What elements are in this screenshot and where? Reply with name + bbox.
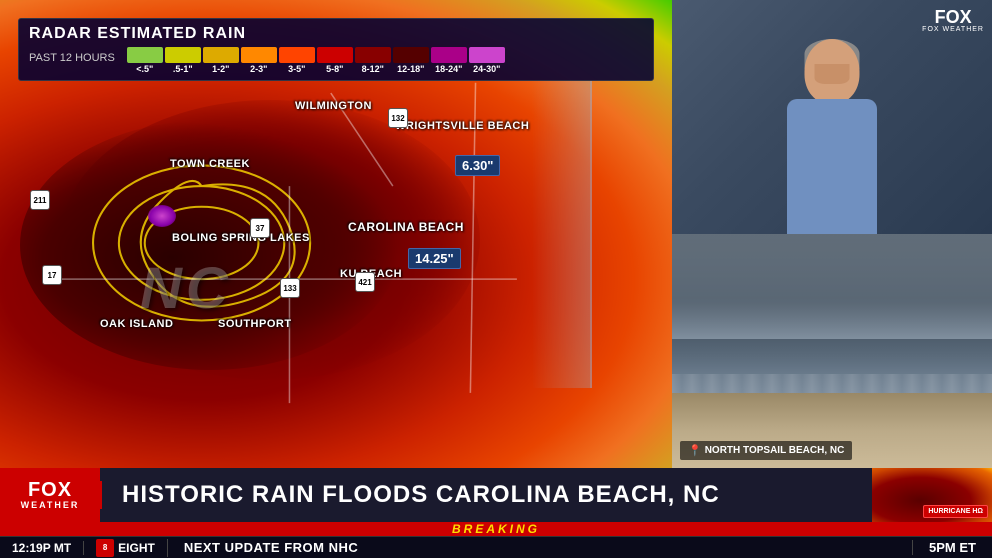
legend-label-1: .5-1": [173, 64, 193, 74]
legend-item-5: 5-8": [317, 47, 353, 74]
legend-item-4: 3-5": [279, 47, 315, 74]
headline-text-area: HISTORIC RAIN FLOODS CAROLINA BEACH, NC: [100, 481, 872, 509]
storm-clouds-overlay: [672, 234, 992, 374]
person-head: [805, 39, 860, 104]
legend-title: RADAR ESTIMATED RAIN: [29, 25, 643, 43]
legend-label-5: 5-8": [326, 64, 343, 74]
rain-badge-carolina-beach: 14.25": [408, 248, 461, 269]
legend-swatch-2: [203, 47, 239, 63]
legend-label-4: 3-5": [288, 64, 305, 74]
legend-swatch-7: [393, 47, 429, 63]
ticker-message: NEXT UPDATE FROM NHC: [168, 540, 912, 555]
legend-swatch-0: [127, 47, 163, 63]
legend-item-9: 24-30": [469, 47, 505, 74]
storm-center-blob: [148, 205, 176, 227]
mini-map-thumb: HURRICANE HΩ: [872, 468, 992, 522]
fox-logo-text: FOX: [935, 8, 972, 26]
legend-label-7: 12-18": [397, 64, 424, 74]
headline-weather-text: WEATHER: [21, 500, 80, 510]
person-face-lower: [815, 64, 850, 84]
legend-item-0: <.5": [127, 47, 163, 74]
legend-item-8: 18-24": [431, 47, 467, 74]
legend-swatch-5: [317, 47, 353, 63]
anchor-person: [772, 39, 892, 234]
hurricane-badge: HURRICANE HΩ: [923, 505, 988, 518]
person-body: [787, 99, 877, 234]
ticker-time-right: 5PM ET: [912, 540, 992, 555]
map-label-town-creek: TOWN CREEK: [170, 158, 250, 170]
right-panel: FOX FOX WEATHER 📍 NORTH TOPSAIL BEACH, N…: [672, 0, 992, 468]
legend-subtitle: PAST 12 HOURS: [29, 52, 115, 64]
legend-swatch-4: [279, 47, 315, 63]
road-marker-17: 17: [42, 265, 62, 285]
legend-item-7: 12-18": [393, 47, 429, 74]
map-label-wrightsville: WRIGHTSVILLE BEACH: [395, 120, 529, 132]
legend-label-8: 18-24": [435, 64, 462, 74]
legend-swatch-1: [165, 47, 201, 63]
map-label-boling-spring: BOLING SPRING LAKES: [172, 232, 310, 244]
fox-weather-logo: FOX WEATHER: [0, 468, 100, 522]
bottom-bar: FOX WEATHER HISTORIC RAIN FLOODS CAROLIN…: [0, 468, 992, 558]
road-marker-133: 133: [280, 278, 300, 298]
road-marker-132: 132: [388, 108, 408, 128]
main-container: RADAR ESTIMATED RAIN PAST 12 HOURS <.5" …: [0, 0, 992, 558]
legend-label-9: 24-30": [473, 64, 500, 74]
ticker-source-icon: 8: [96, 539, 114, 557]
road-marker-37: 37: [250, 218, 270, 238]
legend-swatch-6: [355, 47, 391, 63]
breaking-text: BREAKING: [452, 522, 540, 536]
road-marker-211: 211: [30, 190, 50, 210]
ticker-source: 8 EIGHT: [84, 539, 168, 557]
headline-main-text: HISTORIC RAIN FLOODS CAROLINA BEACH, NC: [122, 481, 720, 509]
beach-feed: 📍 NORTH TOPSAIL BEACH, NC: [672, 234, 992, 468]
anchor-feed: FOX FOX WEATHER: [672, 0, 992, 234]
legend-item-6: 8-12": [355, 47, 391, 74]
legend-label-2: 1-2": [212, 64, 229, 74]
legend-item-3: 2-3": [241, 47, 277, 74]
legend-bar: RADAR ESTIMATED RAIN PAST 12 HOURS <.5" …: [18, 18, 654, 81]
breaking-row: BREAKING: [0, 522, 992, 536]
legend-swatch-8: [431, 47, 467, 63]
headline-fox-text: FOX: [28, 480, 72, 500]
legend-item-1: .5-1": [165, 47, 201, 74]
map-label-wilmington: WILMINGTON: [295, 100, 372, 112]
legend-label-3: 2-3": [250, 64, 267, 74]
headline-row: FOX WEATHER HISTORIC RAIN FLOODS CAROLIN…: [0, 468, 992, 522]
location-text: NORTH TOPSAIL BEACH, NC: [705, 445, 845, 456]
pin-icon: 📍: [688, 444, 702, 457]
rain-badge-wilmington: 6.30": [455, 155, 500, 176]
legend-colors: <.5" .5-1" 1-2" 2-3": [127, 47, 505, 74]
legend-swatch-3: [241, 47, 277, 63]
map-label-southport: SOUTHPORT: [218, 318, 292, 330]
ticker-time: 12:19P MT: [0, 541, 84, 555]
nc-state-label: NC: [140, 255, 232, 322]
coastline: [532, 80, 592, 388]
road-marker-421: 421: [355, 272, 375, 292]
map-label-carolina-beach: CAROLINA BEACH: [348, 220, 464, 234]
fox-weather-watermark: FOX WEATHER: [922, 26, 984, 33]
top-section: RADAR ESTIMATED RAIN PAST 12 HOURS <.5" …: [0, 0, 992, 468]
location-badge: 📍 NORTH TOPSAIL BEACH, NC: [680, 441, 852, 460]
map-label-oak-island: OAK ISLAND: [100, 318, 173, 330]
legend-label-6: 8-12": [362, 64, 384, 74]
legend-swatch-9: [469, 47, 505, 63]
legend-label-0: <.5": [136, 64, 153, 74]
ticker-source-name: EIGHT: [118, 541, 155, 555]
radar-map: RADAR ESTIMATED RAIN PAST 12 HOURS <.5" …: [0, 0, 672, 468]
legend-item-2: 1-2": [203, 47, 239, 74]
fox-logo-overlay: FOX FOX WEATHER: [922, 8, 984, 33]
ticker-row: 12:19P MT 8 EIGHT NEXT UPDATE FROM NHC 5…: [0, 536, 992, 558]
